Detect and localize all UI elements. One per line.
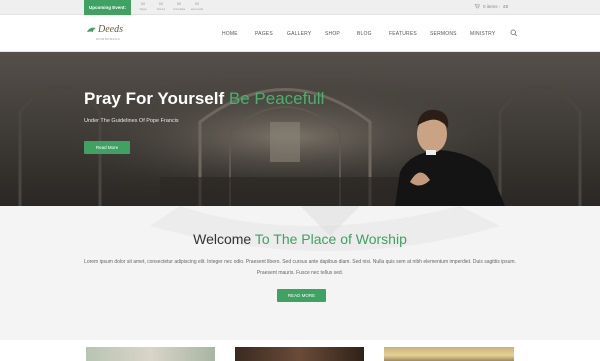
card-image-prayer[interactable] [235, 347, 364, 361]
card-image-community[interactable] [86, 347, 215, 361]
welcome-title: Welcome To The Place of Worship [0, 231, 600, 247]
cart-price: £0 [503, 3, 509, 9]
hero-banner: Pray For Yourself Be Peacefull Under The… [0, 52, 600, 206]
cart-icon [474, 3, 480, 9]
welcome-read-more-button[interactable]: READ MORE [277, 289, 326, 302]
countdown-seconds: 00 seconds [190, 2, 204, 11]
search-icon[interactable] [510, 29, 518, 37]
nav-shop[interactable]: SHOP [325, 31, 340, 37]
hero-title: Pray For Yourself Be Peacefull [84, 89, 324, 109]
nav-features[interactable]: FEATURES [389, 31, 417, 37]
nav-ministry[interactable]: MINISTRY [470, 31, 495, 37]
hero-read-more-button[interactable]: Read More [84, 141, 130, 154]
event-countdown: 00 days 00 hours 00 minutes 00 seconds [136, 1, 204, 12]
nav-blog[interactable]: BLOG [357, 31, 372, 37]
countdown-minutes: 00 minutes [172, 2, 186, 11]
welcome-title-main: Welcome [193, 231, 252, 247]
featured-cards [0, 340, 600, 361]
logo-subtext: WORDPRESS [96, 37, 121, 41]
nav-sermons[interactable]: SERMONS [430, 31, 457, 37]
countdown-days: 00 days [139, 2, 147, 11]
welcome-title-accent: To The Place of Worship [254, 231, 407, 247]
countdown-hours: 00 hours [156, 2, 166, 11]
nav-gallery[interactable]: GALLERY [287, 31, 311, 37]
hero-subtitle: Under The Guidelines Of Pope Francis [84, 118, 179, 124]
cart-count: 0 items - [483, 3, 501, 9]
upcoming-event-label: Upcoming Event: [84, 0, 131, 15]
cart-link[interactable]: 0 items - £0 [474, 3, 508, 9]
welcome-section: Welcome To The Place of Worship Lorem ip… [0, 206, 600, 340]
logo-text: Deeds [98, 24, 123, 35]
card-image-sunset[interactable] [384, 347, 514, 361]
hero-title-accent: Be Peacefull [228, 89, 325, 108]
welcome-text: Lorem ipsum dolor sit amet, consectetur … [84, 259, 516, 276]
nav-home[interactable]: HOME [222, 31, 238, 37]
nav-pages[interactable]: PAGES [255, 31, 273, 37]
church-interior-image [0, 52, 600, 206]
site-header: Deeds WORDPRESS HOME PAGES GALLERY SHOP … [0, 15, 600, 52]
hero-title-main: Pray For Yourself [84, 89, 225, 108]
site-logo[interactable]: Deeds WORDPRESS [86, 23, 136, 45]
top-bar: Upcoming Event: 00 days 00 hours 00 minu… [0, 0, 600, 15]
dove-icon [87, 27, 96, 32]
